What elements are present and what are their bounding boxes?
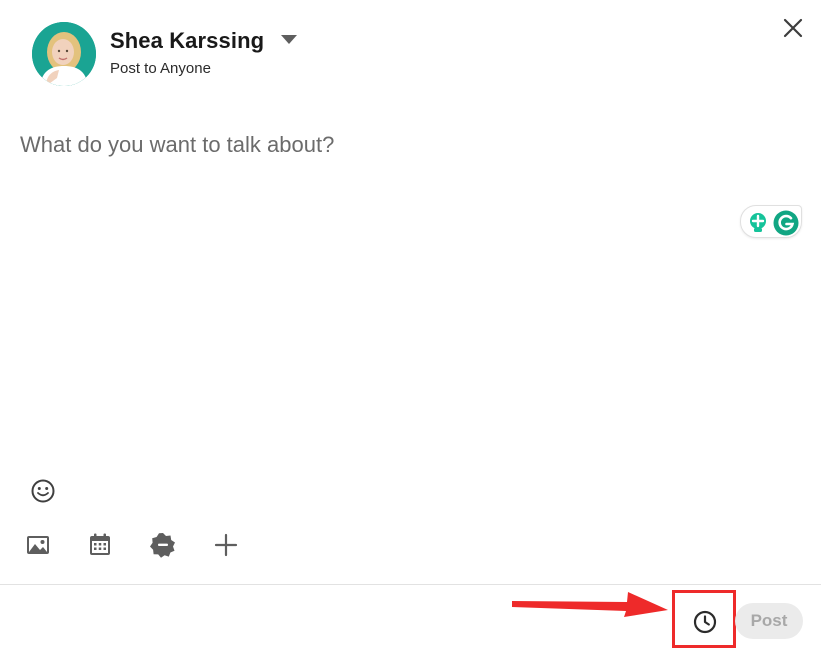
celebrate-badge-icon	[150, 533, 175, 558]
avatar-photo	[32, 22, 96, 86]
schedule-post-button[interactable]	[688, 605, 722, 639]
caret-down-icon	[280, 34, 297, 44]
create-event-button[interactable]	[86, 531, 114, 559]
clock-icon	[693, 610, 717, 634]
post-button[interactable]: Post	[735, 603, 803, 639]
footer-divider	[0, 584, 821, 585]
create-post-modal: Shea Karssing Post to Anyone What do you…	[0, 0, 821, 652]
grammarly-logo-icon	[773, 210, 799, 236]
post-text-editor[interactable]	[20, 132, 800, 192]
lightbulb-icon	[750, 213, 766, 232]
grammarly-widget[interactable]	[740, 205, 802, 238]
annotation-arrow	[512, 592, 668, 617]
author-selector[interactable]: Shea Karssing	[110, 28, 297, 54]
emoji-button[interactable]	[30, 478, 56, 504]
smiley-icon	[31, 479, 55, 503]
image-icon	[27, 536, 49, 554]
celebrate-occasion-button[interactable]	[149, 531, 177, 559]
avatar	[32, 22, 96, 86]
close-button[interactable]	[779, 14, 807, 42]
author-name: Shea Karssing	[110, 28, 265, 53]
plus-icon	[214, 533, 238, 557]
event-calendar-icon	[90, 533, 110, 555]
add-media-button[interactable]	[24, 531, 52, 559]
audience-label[interactable]: Post to Anyone	[110, 60, 211, 77]
close-icon	[783, 18, 803, 38]
more-options-button[interactable]	[212, 531, 240, 559]
